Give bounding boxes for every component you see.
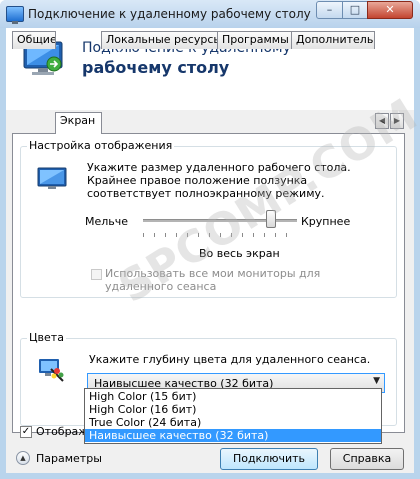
close-button[interactable]: ✕ [367,1,413,19]
banner-title-line2: рабочему столу [82,58,230,77]
dropdown-arrow-icon[interactable]: ▼ [373,376,380,386]
color-option-16bit[interactable]: High Color (16 бит) [85,403,381,416]
tab-programs[interactable]: Программы [217,31,292,49]
tab-display[interactable]: Экран [55,112,102,134]
tab-general[interactable]: Общие [12,31,56,49]
colors-group-title: Цвета [27,331,66,344]
color-option-24bit[interactable]: True Color (24 бита) [85,416,381,429]
remote-desktop-app-icon [6,6,24,24]
dialog-client-area: Подключение к удаленному рабочему столу … [6,28,414,473]
tab-local-resources[interactable]: Локальные ресурсы [101,31,218,49]
color-palette-icon [39,359,64,382]
display-description: Укажите размер удаленного рабочего стола… [87,161,351,200]
color-depth-dropdown-list: High Color (15 бит) High Color (16 бит) … [84,388,382,444]
help-button[interactable]: Справка [330,448,404,470]
screen-size-slider-thumb[interactable] [266,210,276,228]
slider-ticks [143,233,297,237]
color-option-15bit[interactable]: High Color (15 бит) [85,390,381,403]
maximize-button[interactable]: □ [342,1,368,19]
tab-scroll-right-icon[interactable]: ▶ [390,113,404,129]
display-group-title: Настройка отображения [27,139,175,152]
tab-advanced[interactable]: Дополнительно [291,31,375,49]
multimon-checkbox[interactable] [91,269,102,280]
slider-min-label: Мельче [85,215,129,228]
slider-max-label: Крупнее [301,215,351,228]
multimon-label: Использовать все мои мониторы для удален… [105,267,321,293]
color-depth-description: Укажите глубину цвета для удаленного сеа… [89,353,371,366]
window-title: Подключение к удаленному рабочему столу [28,7,311,21]
connect-button[interactable]: Подключить [220,448,318,470]
display-monitor-icon [37,167,67,189]
title-bar[interactable]: Подключение к удаленному рабочему столу … [0,0,420,28]
minimize-button[interactable]: – [316,1,343,19]
screen-size-value: Во весь экран [199,247,280,260]
rdp-window: Подключение к удаленному рабочему столу … [0,0,420,479]
options-expand-icon[interactable]: ▲ [16,451,30,465]
color-option-32bit[interactable]: Наивысшее качество (32 бита) [85,429,381,442]
tab-scroll-left-icon[interactable]: ◀ [375,113,389,129]
show-connection-bar-checkbox[interactable]: ✓ [20,426,32,438]
options-label[interactable]: Параметры [36,452,102,465]
display-settings-group: Настройка отображения Укажите размер уда… [20,139,397,298]
